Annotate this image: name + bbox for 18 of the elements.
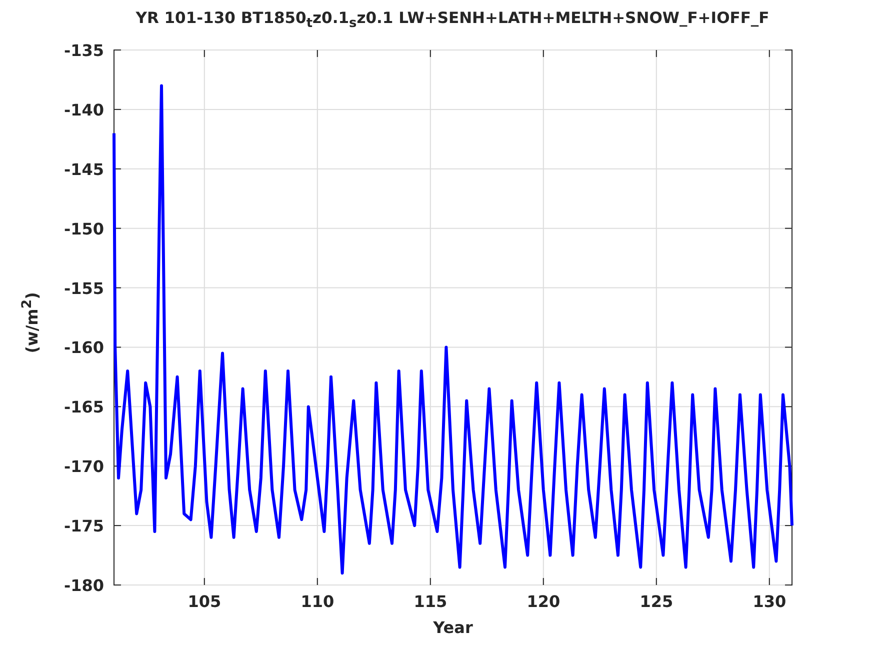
y-tick-label: -150 bbox=[64, 219, 104, 238]
y-tick-label: -165 bbox=[64, 398, 104, 417]
x-axis-label: Year bbox=[433, 618, 473, 637]
y-tick-label: -175 bbox=[64, 516, 104, 536]
x-tick-label: 115 bbox=[414, 592, 448, 611]
y-tick-label: -155 bbox=[64, 278, 104, 298]
y-tick-label: -170 bbox=[64, 457, 104, 476]
y-tick-label: -160 bbox=[64, 338, 104, 358]
chart-title: YR 101-130 BT1850$_{t}$z0.1$_{s}$z0.1 LW+SENH+LATH+MELTH+SNOW_F+IOFF_F bbox=[136, 8, 770, 32]
x-tick-label: 105 bbox=[188, 592, 222, 611]
y-tick-label: -135 bbox=[64, 41, 104, 60]
x-tick-label: 110 bbox=[300, 592, 334, 611]
y-tick-label: -145 bbox=[64, 160, 104, 179]
x-tick-label: 120 bbox=[526, 592, 560, 611]
y-tick-label: -140 bbox=[64, 100, 104, 120]
y-tick-label: -180 bbox=[64, 576, 104, 595]
x-tick-label: 130 bbox=[752, 592, 786, 611]
x-tick-label: 125 bbox=[640, 592, 674, 611]
